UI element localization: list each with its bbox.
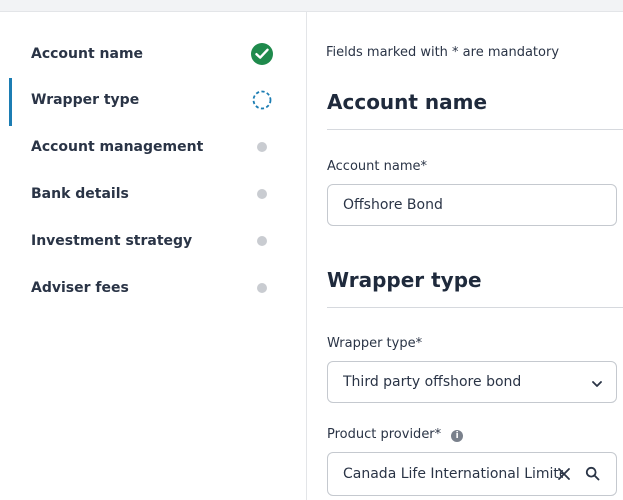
dashed-circle-icon [251,89,273,111]
step-label: Account name [31,46,144,62]
field-label-text: Wrapper type [327,336,416,351]
wrapper-type-select[interactable]: Third party offshore bond [327,361,617,403]
search-value: Canada Life International Limited [343,466,563,482]
required-marker: * [434,427,442,442]
chevron-down-icon[interactable] [590,376,604,390]
required-marker: * [415,336,423,351]
section-divider [327,307,623,308]
field-label-text: Account name [327,159,421,174]
info-icon[interactable]: i [451,430,464,442]
step-investment-strategy[interactable]: Investment strategy [0,221,306,261]
product-provider-search[interactable]: Canada Life International Limited [327,452,617,496]
account-name-label: Account name* [327,159,427,174]
step-account-management[interactable]: Account management [0,127,306,167]
input-value: Offshore Bond [343,197,443,213]
dot-icon [257,283,267,293]
field-label-text: Product provider [327,427,435,442]
search-icon[interactable] [585,466,600,481]
wrapper-type-label: Wrapper type* [327,336,422,351]
step-label: Investment strategy [31,233,193,249]
check-circle-icon [251,43,273,65]
step-label: Bank details [31,186,129,202]
section-title-account-name: Account name [327,90,488,114]
step-label: Account management [31,139,204,155]
step-label: Adviser fees [31,280,129,296]
step-label: Wrapper type [31,92,140,108]
product-provider-label: Product provider* i [327,427,464,442]
select-value: Third party offshore bond [343,374,522,390]
dot-icon [257,189,267,199]
step-navigation: Account name Wrapper type Account manage… [0,12,307,500]
step-bank-details[interactable]: Bank details [0,174,306,214]
mandatory-note: Fields marked with * are mandatory [326,45,560,60]
required-marker: * [420,159,428,174]
form-panel: Fields marked with * are mandatory Accou… [307,12,623,500]
section-divider [327,129,623,130]
step-account-name[interactable]: Account name [0,34,306,74]
top-bar [0,0,623,12]
step-adviser-fees[interactable]: Adviser fees [0,268,306,308]
step-wrapper-type[interactable]: Wrapper type [0,78,306,126]
dot-icon [257,236,267,246]
account-name-input[interactable]: Offshore Bond [327,184,617,226]
section-title-wrapper-type: Wrapper type [327,268,482,292]
clear-icon[interactable] [557,466,571,480]
dot-icon [257,142,267,152]
